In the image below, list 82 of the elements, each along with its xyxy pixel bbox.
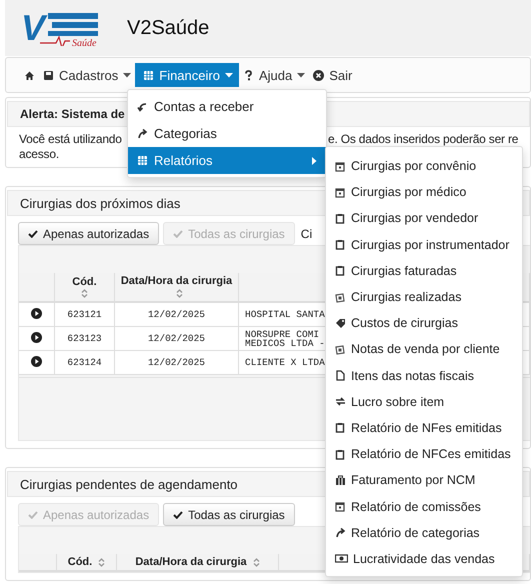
menu-item[interactable]: Relatórios [128,147,326,174]
check-icon [173,230,184,238]
menu-item[interactable]: Cirurgias realizadas [326,284,522,310]
clipboard-icon [335,239,346,250]
floppy-icon [43,70,54,80]
column-header[interactable]: Cód. [56,554,116,571]
clipboard-icon [335,448,346,460]
menu-item[interactable]: Faturamento por NCM [326,467,522,494]
menu-item[interactable]: Relatório de NFCes emitidas [326,441,522,468]
menu-item[interactable]: Cirurgias por médico [326,179,522,206]
calendar-icon [335,160,346,172]
briefcase-icon [335,474,346,486]
clipboard-icon [335,265,346,276]
menu-item[interactable]: Sair [309,63,356,87]
exchange-icon [335,396,346,408]
alert-text: acesso. [19,147,59,162]
check-icon [173,510,184,518]
app-title: V2Saúde [127,16,210,40]
menu-item[interactable]: Cirurgias por vendedor [326,205,522,232]
menu-item[interactable]: Custos de cirurgias [326,310,522,336]
table-cell: 623123 [67,333,102,344]
table-cell: CLIENTE X LTDA [245,357,325,368]
grid-icon [143,70,154,80]
grid-icon [137,155,148,166]
sort-icon [98,558,106,567]
calendar-icon [335,186,346,198]
menu-item[interactable]: Relatório de comissões [326,493,522,520]
alert-title: Alerta: Sistema de [20,107,125,121]
clipboard-icon [335,212,346,224]
play-icon [31,332,42,342]
menu-item[interactable]: Relatório de NFes emitidas [326,414,522,442]
logo-drawing: V Saúde [18,10,106,46]
table-cell: HOSPITAL SANTA [245,309,325,320]
menu-item[interactable]: Cirurgias faturadas [326,258,522,284]
alert-text: e. Os dados inseridos poderão ser re [328,132,518,147]
table-cell: 12/02/2025 [148,357,205,368]
question-icon [242,70,254,80]
menu-item[interactable]: Lucratividade das vendas [326,546,522,572]
ticket-icon [335,344,346,355]
check-icon [28,510,38,518]
menu-item[interactable]: Notas de venda por cliente [326,336,522,362]
close-icon [313,70,324,80]
play-icon [31,356,42,366]
sort-icon [252,558,260,567]
table-cell: 12/02/2025 [148,333,205,344]
check-icon [28,230,38,238]
table-cell: 623124 [67,357,102,368]
ticket-icon [335,292,346,303]
menu-item[interactable]: Ajuda [238,63,310,87]
menu-item[interactable]: Financeiro [135,63,239,87]
menu-item[interactable]: Relatório de categorias [326,520,522,546]
table-cell: NORSUPRE COMI MEDICOS LTDA - [245,328,325,348]
filter-label: Ci [300,226,312,240]
menu-item[interactable]: Cadastros [39,63,136,87]
curved-arrow-icon [137,128,148,139]
menu-item[interactable]: Cirurgias por convênio [326,153,522,180]
table-cell: 12/02/2025 [148,309,205,320]
money-icon [335,553,348,564]
alert-text: Você está utilizando [19,132,122,147]
tag-icon [335,318,346,329]
home-icon [24,70,35,80]
sort-icon [81,289,88,298]
menu-item[interactable]: Categorias [128,120,326,147]
menu-item[interactable]: Contas a receber [128,93,326,120]
menu-item[interactable]: Cirurgias por instrumentador [326,232,522,258]
table-cell: 623121 [67,309,102,320]
column-header[interactable]: Data/Hora da cirurgia [114,273,238,302]
undo-arrow-icon [137,101,148,112]
sort-icon [176,288,183,298]
filter-button[interactable]: Apenas autorizadas [18,222,160,245]
play-icon [31,308,42,318]
column-header[interactable]: Cód. [54,273,114,302]
calendar-icon [335,501,346,512]
column-header[interactable]: Data/Hora da cirurgia [116,554,278,571]
curved-arrow-icon [335,527,346,538]
filter-button[interactable]: Todas as cirurgias [163,503,295,526]
menu-item[interactable]: Itens das notas fiscais [326,362,522,389]
section-title: Cirurgias pendentes de agendamento [20,476,238,492]
file-icon [335,370,346,382]
clipboard-icon [335,422,346,434]
section-title: Cirurgias dos próximos dias [20,196,180,210]
menu-item[interactable]: Lucro sobre item [326,388,522,415]
